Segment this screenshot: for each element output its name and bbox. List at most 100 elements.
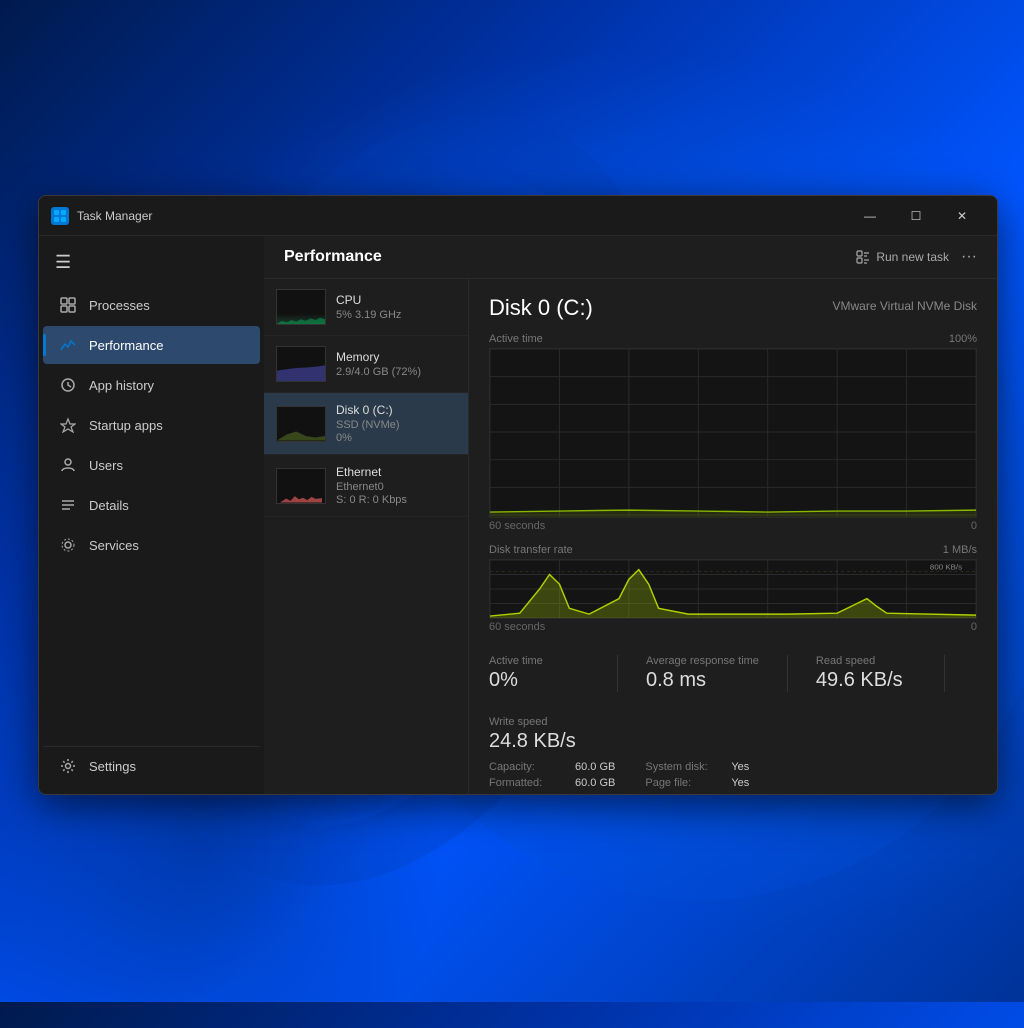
formatted-value: 60.0 GB [575, 777, 615, 789]
titlebar: Task Manager — ☐ ✕ [39, 196, 997, 236]
detail-header: Disk 0 (C:) VMware Virtual NVMe Disk [489, 295, 977, 321]
sidebar-item-app-history[interactable]: App history [43, 366, 260, 404]
formatted-label: Formatted: [489, 777, 569, 789]
memory-info: Memory 2.9/4.0 GB (72%) [336, 350, 456, 378]
active-time-max: 100% [949, 333, 977, 345]
transfer-rate-max: 1 MB/s [943, 544, 977, 556]
read-speed-value: 49.6 KB/s [816, 669, 916, 692]
window-title: Task Manager [77, 209, 847, 223]
device-item-cpu[interactable]: CPU 5% 3.19 GHz [264, 279, 468, 336]
meta-capacity: Capacity: 60.0 GB [489, 761, 615, 773]
device-item-disk0[interactable]: Disk 0 (C:) SSD (NVMe) 0% [264, 393, 468, 455]
active-time-chart-section: Active time 100% [489, 333, 977, 532]
performance-icon [59, 336, 77, 354]
active-time-axis: 60 seconds [489, 520, 545, 532]
hamburger-menu[interactable]: ☰ [39, 244, 264, 281]
window-controls: — ☐ ✕ [847, 200, 985, 232]
page-file-label: Page file: [645, 777, 725, 789]
stat-divider-2 [787, 655, 788, 692]
ethernet-sub: Ethernet0 [336, 481, 456, 493]
details-icon [59, 496, 77, 514]
active-time-zero: 0 [971, 520, 977, 532]
sidebar: ☰ Processes [39, 236, 264, 794]
type-value: SSD (NVMe) [731, 793, 795, 794]
transfer-rate-axis: 60 seconds [489, 621, 545, 633]
transfer-rate-zero: 0 [971, 621, 977, 633]
main-content: ☰ Processes [39, 236, 997, 794]
write-speed-label: Write speed [489, 716, 589, 728]
perf-header: Performance Run new task ··· [264, 236, 997, 279]
svg-text:800 KB/s: 800 KB/s [930, 563, 962, 572]
services-label: Services [89, 538, 139, 553]
stat-divider-3 [944, 655, 945, 692]
detail-subtitle: VMware Virtual NVMe Disk [833, 299, 977, 313]
device-item-ethernet[interactable]: Ethernet Ethernet0 S: 0 R: 0 Kbps [264, 455, 468, 517]
avg-response-value: 0.8 ms [646, 669, 759, 692]
avg-response-stat: Average response time 0.8 ms [646, 655, 759, 692]
sidebar-item-details[interactable]: Details [43, 486, 260, 524]
details-label: Details [89, 498, 129, 513]
ethernet-name: Ethernet [336, 465, 456, 479]
active-time-svg [490, 349, 976, 517]
run-new-task-button[interactable]: Run new task [856, 250, 949, 264]
transfer-rate-label: Disk transfer rate [489, 544, 573, 556]
settings-label: Settings [89, 759, 136, 774]
transfer-rate-label-row: Disk transfer rate 1 MB/s [489, 544, 977, 556]
memory-name: Memory [336, 350, 456, 364]
sidebar-item-users[interactable]: Users [43, 446, 260, 484]
services-icon [59, 536, 77, 554]
disk-info: Disk 0 (C:) SSD (NVMe) 0% [336, 403, 456, 444]
page-file-value: Yes [731, 777, 749, 789]
avg-response-label: Average response time [646, 655, 759, 667]
task-manager-window: Task Manager — ☐ ✕ ☰ Processes [38, 195, 998, 795]
performance-panel: Performance Run new task ··· [264, 236, 997, 794]
active-time-chart [489, 348, 977, 518]
active-time-bottom-row: 60 seconds 0 [489, 520, 977, 532]
active-time-stat-label: Active time [489, 655, 589, 667]
settings-icon [59, 757, 77, 775]
meta-col-right: System disk: Yes Page file: Yes Type: SS… [645, 761, 795, 794]
write-speed-value: 24.8 KB/s [489, 730, 589, 753]
memory-sub: 2.9/4.0 GB (72%) [336, 366, 456, 378]
capacity-value: 60.0 GB [575, 761, 615, 773]
sidebar-item-startup-apps[interactable]: Startup apps [43, 406, 260, 444]
ethernet-info: Ethernet Ethernet0 S: 0 R: 0 Kbps [336, 465, 456, 506]
close-button[interactable]: ✕ [939, 200, 985, 232]
startup-apps-label: Startup apps [89, 418, 163, 433]
read-speed-label: Read speed [816, 655, 916, 667]
device-item-memory[interactable]: Memory 2.9/4.0 GB (72%) [264, 336, 468, 393]
type-label: Type: [645, 793, 725, 794]
device-list: CPU 5% 3.19 GHz Memory 2.9/4.0 GB (72%) [264, 279, 469, 794]
cpu-name: CPU [336, 293, 456, 307]
system-disk-value: Yes [731, 761, 749, 773]
performance-label: Performance [89, 338, 163, 353]
users-label: Users [89, 458, 123, 473]
sidebar-item-processes[interactable]: Processes [43, 286, 260, 324]
system-disk-label: System disk: [645, 761, 725, 773]
meta-type: Type: SSD (NVMe) [645, 793, 795, 794]
more-options-button[interactable]: ··· [961, 248, 977, 266]
transfer-rate-chart: 800 KB/s [489, 559, 977, 619]
perf-actions: Run new task ··· [856, 248, 977, 266]
detail-meta: Capacity: 60.0 GB Formatted: 60.0 GB Sys… [489, 761, 977, 794]
sidebar-item-settings[interactable]: Settings [43, 746, 260, 785]
ethernet-thumbnail [276, 468, 326, 504]
minimize-button[interactable]: — [847, 200, 893, 232]
app-icon [51, 207, 69, 225]
cpu-thumbnail [276, 289, 326, 325]
maximize-button[interactable]: ☐ [893, 200, 939, 232]
perf-body: CPU 5% 3.19 GHz Memory 2.9/4.0 GB (72%) [264, 279, 997, 794]
memory-thumbnail [276, 346, 326, 382]
capacity-label: Capacity: [489, 761, 569, 773]
active-time-stat-value: 0% [489, 669, 589, 692]
active-time-label-row: Active time 100% [489, 333, 977, 345]
processes-icon [59, 296, 77, 314]
app-history-label: App history [89, 378, 154, 393]
sidebar-item-services[interactable]: Services [43, 526, 260, 564]
startup-icon [59, 416, 77, 434]
run-task-icon [856, 250, 870, 264]
cpu-info: CPU 5% 3.19 GHz [336, 293, 456, 321]
ethernet-val: S: 0 R: 0 Kbps [336, 494, 456, 506]
sidebar-item-performance[interactable]: Performance [43, 326, 260, 364]
perf-title: Performance [284, 248, 382, 266]
